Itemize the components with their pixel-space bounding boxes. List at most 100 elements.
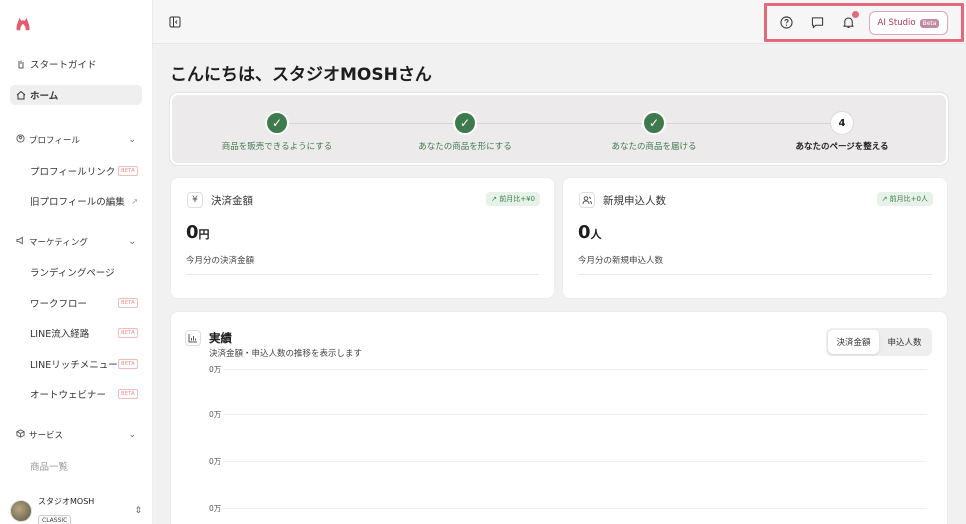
avatar: [10, 500, 32, 522]
sidebar-item-auto-webinar[interactable]: オートウェビナー BETA: [30, 385, 138, 403]
check-icon: ✓: [453, 111, 477, 135]
step-label: 商品を販売できるようにする: [221, 142, 333, 152]
user-menu[interactable]: スタジオMOSH CLASSIC ⇕: [10, 496, 142, 524]
onboarding-stepper: ✓ 商品を販売できるようにする ✓ あなたの商品を形にする ✓ あなたの商品を届…: [170, 93, 948, 165]
group-label: マーケティング: [29, 238, 88, 248]
sidebar-item-line-inflow[interactable]: LINE流入経路 BETA: [30, 324, 138, 342]
y-tick-label: 0万: [209, 410, 222, 419]
y-tick-label: 0万: [209, 365, 222, 374]
user-circle-icon: [16, 134, 25, 146]
sidebar-item-label: LINEリッチメニュー: [30, 360, 118, 371]
check-icon: ✓: [265, 111, 289, 135]
toggle-signup-count[interactable]: 申込人数: [879, 330, 930, 354]
sidebar: スタートガイド ホーム プロフィール ⌄ プロフィールリンク BETA 旧プロフ…: [0, 0, 153, 524]
step-4[interactable]: 4 あなたのページを整える: [747, 111, 937, 152]
metric-subtitle: 今月分の新規申込人数: [578, 256, 664, 266]
step-number: 4: [830, 111, 854, 135]
sidebar-item-legacy-profile[interactable]: 旧プロフィールの編集 ↗: [30, 192, 138, 210]
step-label: あなたの商品を形にする: [418, 142, 512, 152]
metric-toggle: 決済金額 申込人数: [826, 328, 932, 356]
sidebar-item-label: ランディングページ: [30, 268, 115, 279]
performance-card: 実績 決済金額・申込人数の推移を表示します 決済金額 申込人数 0万 0万 0万…: [170, 311, 948, 524]
trend-up-icon: ↗: [881, 195, 888, 203]
ai-studio-label: AI Studio: [877, 18, 916, 28]
hand-icon: [16, 59, 26, 69]
plan-badge: CLASSIC: [38, 515, 72, 524]
yen-icon: ¥: [187, 192, 203, 208]
sidebar-item-label: プロフィールリンク: [30, 167, 116, 178]
step-label: あなたの商品を届ける: [611, 142, 697, 152]
external-link-icon: ↗: [131, 196, 138, 206]
step-label: あなたのページを整える: [795, 142, 889, 152]
chevron-down-icon[interactable]: ⌄: [128, 135, 136, 145]
card-title: 決済金額: [211, 194, 253, 207]
sidebar-item-product-list[interactable]: 商品一覧: [30, 457, 138, 475]
delta-badge: ↗ 前月比+¥0: [486, 192, 540, 206]
divider: [578, 274, 932, 275]
check-icon: ✓: [642, 111, 666, 135]
sidebar-item-start-guide[interactable]: スタートガイド: [10, 54, 103, 74]
sidebar-item-landing-page[interactable]: ランディングページ: [30, 263, 138, 281]
group-label: プロフィール: [29, 136, 80, 146]
card-title: 実績: [209, 331, 232, 345]
home-icon: [16, 90, 26, 100]
metric-value: 0人: [578, 222, 602, 243]
sidebar-group-marketing[interactable]: マーケティング ⌄: [10, 234, 142, 250]
beta-badge: Beta: [919, 18, 940, 28]
beta-badge: BETA: [118, 166, 138, 176]
box-icon: [16, 429, 25, 441]
top-bar: AI Studio Beta: [153, 0, 966, 44]
sidebar-group-service[interactable]: サービス ⌄: [10, 427, 142, 443]
grid-line: [223, 369, 927, 370]
beta-badge: BETA: [118, 389, 138, 399]
sidebar-item-label: スタートガイド: [30, 60, 97, 71]
sidebar-item-line-rich-menu[interactable]: LINEリッチメニュー BETA: [30, 355, 138, 373]
y-tick-label: 0万: [209, 457, 222, 466]
grid-line: [223, 414, 927, 415]
chevron-updown-icon: ⇕: [134, 506, 142, 516]
bell-icon[interactable]: [842, 16, 855, 29]
notification-dot: [852, 11, 859, 18]
grid-line: [223, 461, 927, 462]
sidebar-item-label: オートウェビナー: [30, 390, 107, 401]
users-icon: [579, 192, 595, 208]
card-title: 新規申込人数: [603, 194, 666, 207]
sidebar-item-label: ホーム: [30, 91, 59, 102]
divider: [186, 274, 539, 275]
beta-badge: BETA: [118, 298, 138, 308]
card-subtitle: 決済金額・申込人数の推移を表示します: [209, 349, 363, 359]
ai-studio-button[interactable]: AI Studio Beta: [869, 11, 948, 35]
megaphone-icon: [16, 236, 25, 248]
step-3[interactable]: ✓ あなたの商品を届ける: [559, 111, 749, 152]
user-name: スタジオMOSH: [38, 497, 95, 506]
sidebar-group-profile[interactable]: プロフィール ⌄: [10, 132, 142, 148]
sidebar-item-label: LINE流入経路: [30, 329, 90, 340]
page-title: こんにちは、スタジオMOSHさん: [170, 65, 432, 85]
new-signups-card: 新規申込人数 ↗ 前月比+0人 0人 今月分の新規申込人数: [562, 177, 948, 299]
chevron-down-icon[interactable]: ⌄: [128, 237, 136, 247]
beta-badge: BETA: [118, 359, 138, 369]
step-2[interactable]: ✓ あなたの商品を形にする: [370, 111, 560, 152]
sidebar-item-label: 商品一覧: [30, 462, 69, 473]
chat-icon[interactable]: [811, 16, 824, 29]
step-1[interactable]: ✓ 商品を販売できるようにする: [182, 111, 372, 152]
sidebar-item-label: 旧プロフィールの編集: [30, 197, 125, 208]
chevron-down-icon[interactable]: ⌄: [128, 430, 136, 440]
trend-up-icon: ↗: [491, 195, 497, 203]
bar-chart-icon: [185, 330, 201, 346]
payment-amount-card: ¥ 決済金額 ↗ 前月比+¥0 0円 今月分の決済金額: [170, 177, 555, 299]
toggle-payment-amount[interactable]: 決済金額: [828, 330, 879, 354]
sidebar-toggle-icon[interactable]: [169, 16, 181, 28]
grid-line: [223, 508, 927, 509]
sidebar-item-home[interactable]: ホーム: [10, 85, 142, 105]
sidebar-item-profile-link[interactable]: プロフィールリンク BETA: [30, 162, 138, 180]
metric-subtitle: 今月分の決済金額: [186, 256, 255, 266]
beta-badge: BETA: [118, 328, 138, 338]
y-tick-label: 0万: [209, 504, 222, 513]
sidebar-item-workflow[interactable]: ワークフロー BETA: [30, 294, 138, 312]
delta-badge: ↗ 前月比+0人: [876, 192, 933, 206]
metric-value: 0円: [186, 222, 210, 243]
sidebar-item-label: ワークフロー: [30, 299, 88, 310]
mosh-logo-icon[interactable]: [14, 14, 32, 32]
help-icon[interactable]: [780, 16, 793, 29]
